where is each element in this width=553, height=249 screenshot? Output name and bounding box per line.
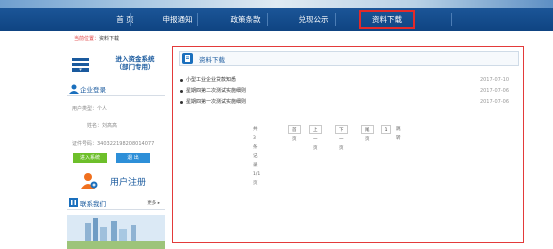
item-title-link[interactable]: 星期四第二次测试实施细则 xyxy=(186,86,246,97)
building-icon xyxy=(69,198,78,207)
left-sidebar: ¥ 进入资金系统 （部门专用） 企业登录 用户类型：个人 姓名：刘高高 证件号码… xyxy=(67,47,165,249)
first-page-button[interactable]: 首页 xyxy=(288,125,301,142)
user-id-number: 证件号码：340322198208014077 xyxy=(72,141,155,147)
panel-title: 资料下载 xyxy=(199,56,225,64)
bullet-icon xyxy=(180,79,183,82)
list-item: 小型工业企业贷款知悉 2017-07-10 xyxy=(179,75,509,86)
login-heading-label: 企业登录 xyxy=(80,86,106,94)
contact-heading-label[interactable]: 联系我们 xyxy=(80,198,106,208)
download-panel: 资料下载 小型工业企业贷款知悉 2017-07-10 星期四第二次测试实施细则 … xyxy=(172,46,524,243)
next-page-button[interactable]: 下一页 xyxy=(335,125,348,151)
user-name: 姓名：刘高高 xyxy=(87,123,118,129)
city-skyline-image xyxy=(67,215,165,249)
list-item: 星期四第一次测试实施细则 2017-07-06 xyxy=(179,97,509,108)
nav-divider xyxy=(335,13,336,26)
page-number-input[interactable]: 1 xyxy=(381,125,391,134)
nav-divider xyxy=(197,13,198,26)
nav-downloads[interactable]: 资料下载 xyxy=(359,10,415,29)
pagination-summary: 共3条记录1/1页 xyxy=(253,127,261,186)
city-image xyxy=(67,215,165,249)
nav-policy[interactable]: 政策条款 xyxy=(213,8,278,31)
document-icon xyxy=(182,53,193,64)
nav-notice[interactable]: 申报通知 xyxy=(145,8,210,31)
fund-system-title: 进入资金系统 （部门专用） xyxy=(115,55,155,71)
item-title-link[interactable]: 小型工业企业贷款知悉 xyxy=(186,75,236,86)
nav-divider xyxy=(451,13,452,26)
user-type: 用户类型：个人 xyxy=(72,106,108,112)
item-date: 2017-07-06 xyxy=(479,88,509,94)
nav-publicity[interactable]: 兑现公示 xyxy=(281,8,346,31)
register-label: 用户注册 xyxy=(110,178,147,188)
login-heading: 企业登录 xyxy=(67,83,165,96)
item-title-link[interactable]: 星期四第一次测试实施细则 xyxy=(186,97,246,108)
breadcrumb-current: 资料下载 xyxy=(99,36,120,42)
contact-heading: 联系我们 更多 ▸ xyxy=(67,197,165,210)
jump-button[interactable]: 跳转 xyxy=(396,125,401,141)
fund-system-entry[interactable]: ¥ 进入资金系统 （部门专用） xyxy=(67,50,165,80)
enter-system-button[interactable]: 进入系统 xyxy=(73,153,107,163)
more-link[interactable]: 更多 ▸ xyxy=(147,200,160,206)
list-item: 星期四第二次测试实施细则 2017-07-06 xyxy=(179,86,509,97)
prev-page-button[interactable]: 上一页 xyxy=(309,125,322,151)
fund-system-icon: ¥ xyxy=(72,58,89,72)
bullet-icon xyxy=(180,90,183,93)
last-page-button[interactable]: 尾页 xyxy=(361,125,374,142)
user-icon xyxy=(69,84,79,94)
svg-text:¥: ¥ xyxy=(79,67,82,72)
logout-button[interactable]: 退 出 xyxy=(116,153,150,163)
download-list: 小型工业企业贷款知悉 2017-07-10 星期四第二次测试实施细则 2017-… xyxy=(179,75,509,108)
item-date: 2017-07-10 xyxy=(479,77,509,83)
breadcrumb-location[interactable]: 当前位置： xyxy=(74,36,99,42)
main-nav: 首 页 申报通知 政策条款 兑现公示 资料下载 xyxy=(0,8,553,31)
register-entry[interactable]: 用户注册 xyxy=(67,169,165,191)
bullet-icon xyxy=(180,101,183,104)
item-date: 2017-07-06 xyxy=(479,99,509,105)
register-icon xyxy=(81,173,98,189)
top-banner xyxy=(0,0,553,8)
nav-divider xyxy=(267,13,268,26)
panel-header: 资料下载 xyxy=(179,51,519,66)
nav-divider xyxy=(130,13,131,26)
breadcrumb: 当前位置：资料下载 xyxy=(74,35,119,42)
